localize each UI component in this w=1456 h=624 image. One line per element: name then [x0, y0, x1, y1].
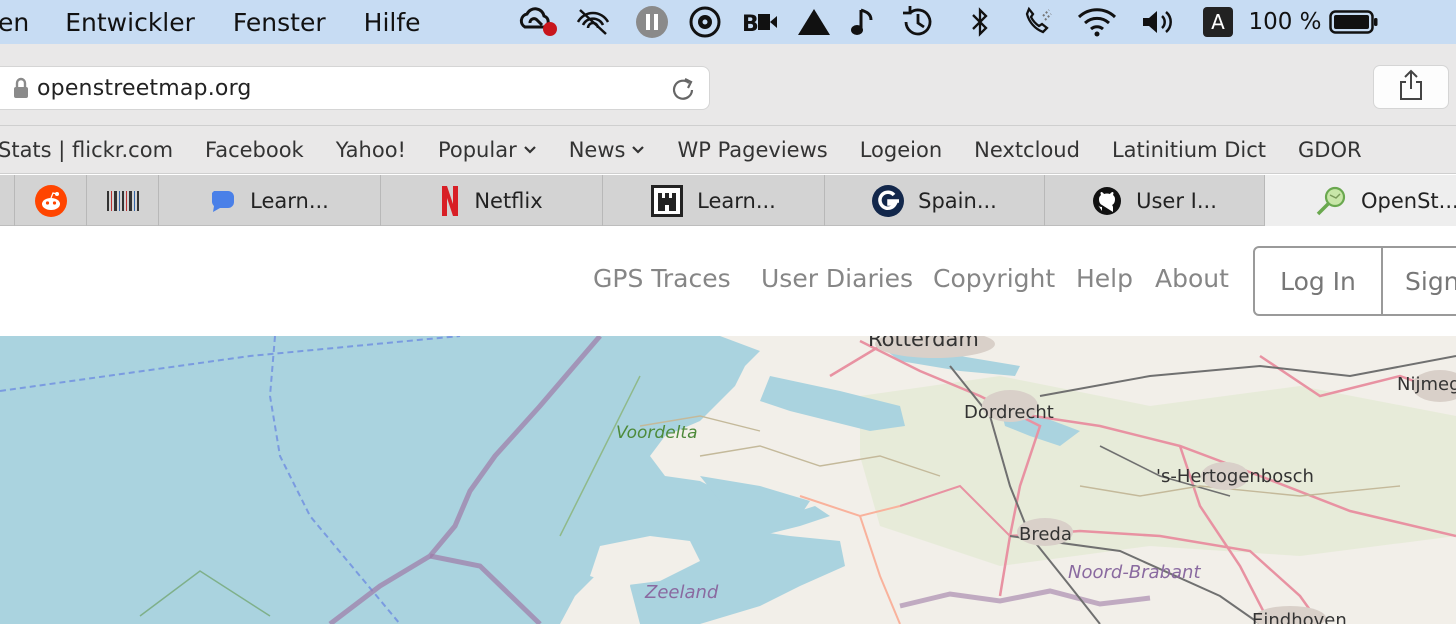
bookmark-wp-pageviews[interactable]: WP Pageviews — [677, 138, 827, 162]
map-label-voordelta: Voordelta — [616, 423, 697, 443]
map-label-noord-brabant: Noord-Brabant — [1068, 562, 1201, 583]
menu-bar: en Entwickler Fenster Hilfe B A 100 % — [0, 0, 1456, 44]
bookmark-flickr-stats[interactable]: Stats | flickr.com — [0, 138, 173, 162]
bookmark-gdor[interactable]: GDOR — [1298, 138, 1362, 162]
map-label-dordrecht: Dordrecht — [964, 402, 1054, 423]
pause-icon[interactable] — [626, 0, 678, 44]
tab-label: OpenSt... — [1361, 188, 1456, 213]
g-icon — [872, 184, 905, 217]
volume-icon[interactable] — [1128, 0, 1190, 44]
url-text[interactable]: openstreetmap.org — [37, 76, 252, 101]
osm-icon — [1315, 185, 1347, 217]
tab-github-user[interactable]: User I... — [1045, 175, 1265, 226]
map-label-zeeland: Zeeland — [644, 582, 719, 603]
lock-icon — [13, 77, 29, 99]
battery-percentage[interactable]: 100 % — [1246, 0, 1324, 44]
tab-barcode[interactable] — [87, 175, 159, 226]
bookmark-yahoo[interactable]: Yahoo! — [336, 138, 406, 162]
barcode-icon — [106, 189, 140, 213]
tab-label: Learn... — [697, 188, 776, 213]
reddit-icon — [34, 184, 67, 217]
input-source-icon[interactable]: A — [1190, 0, 1246, 44]
auth-button-group: Log In Sign — [1253, 246, 1456, 316]
music-note-icon[interactable] — [840, 0, 886, 44]
bookmark-folder-news[interactable]: News — [569, 138, 646, 162]
map-label-eindhoven: Eindhoven — [1252, 610, 1347, 624]
menu-item-view[interactable]: en — [0, 8, 29, 37]
map-label-nijmegen: Nijmeg — [1397, 374, 1456, 395]
wifi-icon[interactable] — [1066, 0, 1128, 44]
tab-bar: Learn... Netflix Learn... Spain... User … — [0, 175, 1456, 226]
netflix-icon — [440, 185, 460, 217]
svg-text:B: B — [742, 12, 759, 36]
tab-learn-2[interactable]: Learn... — [603, 175, 825, 226]
battery-icon[interactable] — [1324, 0, 1384, 44]
browser-toolbar: openstreetmap.org — [0, 44, 1456, 126]
address-bar[interactable]: openstreetmap.org — [0, 66, 710, 110]
map-canvas[interactable]: Rotterdam Dordrecht Voordelta 's-Hertoge… — [0, 336, 1456, 624]
map-svg: Rotterdam Dordrecht Voordelta 's-Hertoge… — [0, 336, 1456, 624]
bookmark-latinitium-dict[interactable]: Latinitium Dict — [1112, 138, 1266, 162]
input-source-label: A — [1203, 7, 1233, 37]
phone-icon[interactable] — [1010, 0, 1066, 44]
share-icon — [1398, 69, 1424, 105]
menu-item-window[interactable]: Fenster — [233, 8, 326, 37]
bookmark-folder-label: News — [568, 137, 626, 162]
menu-item-developer[interactable]: Entwickler — [65, 8, 195, 37]
status-menu-area: B A 100 % — [514, 0, 1384, 44]
creative-cloud-icon[interactable] — [514, 0, 560, 44]
triangle-icon[interactable] — [788, 0, 840, 44]
bd-video-icon[interactable]: B — [732, 0, 788, 44]
tab-learn-1[interactable]: Learn... — [159, 175, 381, 226]
site-header: GPS Traces User Diaries Copyright Help A… — [0, 226, 1456, 336]
map-label-s-hertogenbosch: 's-Hertogenbosch — [1156, 466, 1314, 487]
bookmark-folder-label: Popular — [437, 137, 517, 162]
login-button[interactable]: Log In — [1255, 248, 1383, 314]
castle-icon — [651, 184, 684, 217]
bookmarks-bar: Stats | flickr.com Facebook Yahoo! Popul… — [0, 126, 1456, 174]
bookmark-logeion[interactable]: Logeion — [860, 138, 942, 162]
signup-button[interactable]: Sign — [1383, 248, 1456, 314]
bookmark-folder-popular[interactable]: Popular — [438, 138, 537, 162]
nav-gps-traces[interactable]: GPS Traces — [593, 264, 731, 293]
tab-reddit[interactable] — [15, 175, 87, 226]
tab-overflow[interactable] — [0, 175, 15, 226]
tab-label: Learn... — [250, 188, 329, 213]
tab-label: User I... — [1136, 188, 1217, 213]
github-icon — [1092, 186, 1122, 216]
tab-netflix[interactable]: Netflix — [381, 175, 603, 226]
chevron-down-icon — [523, 145, 537, 155]
map-label-breda: Breda — [1019, 524, 1072, 545]
nav-about[interactable]: About — [1155, 264, 1229, 293]
nav-user-diaries[interactable]: User Diaries — [761, 264, 913, 293]
bluetooth-icon[interactable] — [950, 0, 1010, 44]
map-label-rotterdam: Rotterdam — [868, 336, 979, 351]
tab-spain[interactable]: Spain... — [825, 175, 1045, 226]
bookmark-nextcloud[interactable]: Nextcloud — [974, 138, 1080, 162]
reload-icon[interactable] — [671, 75, 697, 107]
tab-label: Netflix — [474, 188, 543, 213]
tab-openstreetmap[interactable]: OpenSt... — [1265, 175, 1456, 226]
airplay-off-icon[interactable] — [560, 0, 626, 44]
chat-bubble-icon — [210, 188, 236, 214]
share-button[interactable] — [1373, 65, 1449, 109]
tab-label: Spain... — [918, 188, 997, 213]
time-machine-icon[interactable] — [886, 0, 950, 44]
nav-copyright[interactable]: Copyright — [933, 264, 1055, 293]
bookmark-facebook[interactable]: Facebook — [205, 138, 304, 162]
disc-icon[interactable] — [678, 0, 732, 44]
chevron-down-icon — [631, 145, 645, 155]
nav-help[interactable]: Help — [1076, 264, 1133, 293]
menu-item-help[interactable]: Hilfe — [364, 8, 421, 37]
